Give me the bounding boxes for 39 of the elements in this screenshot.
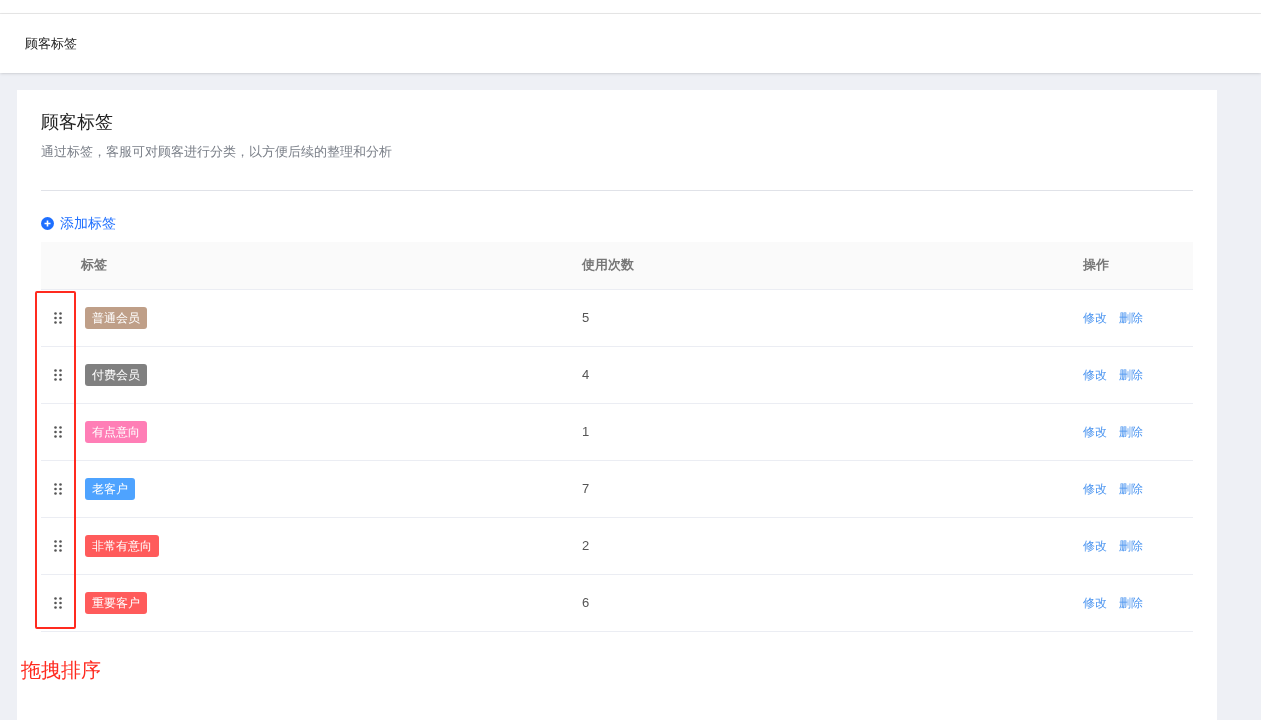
edit-link[interactable]: 修改 bbox=[1083, 308, 1107, 327]
usage-count: 7 bbox=[582, 480, 590, 496]
drag-handle-icon[interactable] bbox=[54, 311, 62, 324]
edit-link[interactable]: 修改 bbox=[1083, 422, 1107, 441]
drag-handle-icon[interactable] bbox=[54, 482, 62, 495]
delete-link[interactable]: 删除 bbox=[1119, 536, 1143, 555]
delete-link[interactable]: 删除 bbox=[1119, 422, 1143, 441]
edit-link[interactable]: 修改 bbox=[1083, 536, 1107, 555]
tag-label: 老客户 bbox=[85, 477, 135, 500]
delete-link[interactable]: 删除 bbox=[1119, 479, 1143, 498]
edit-link[interactable]: 修改 bbox=[1083, 593, 1107, 612]
drag-handle-icon[interactable] bbox=[54, 539, 62, 552]
delete-link[interactable]: 删除 bbox=[1119, 593, 1143, 612]
edit-link[interactable]: 修改 bbox=[1083, 365, 1107, 384]
drag-handle-icon[interactable] bbox=[54, 596, 62, 609]
usage-count: 1 bbox=[582, 423, 590, 439]
tag-label: 付费会员 bbox=[85, 363, 147, 386]
drag-handle-icon[interactable] bbox=[54, 368, 62, 381]
tag-label: 重要客户 bbox=[85, 591, 147, 614]
usage-count: 6 bbox=[582, 594, 590, 610]
tag-label: 普通会员 bbox=[85, 306, 147, 329]
delete-link[interactable]: 删除 bbox=[1119, 365, 1143, 384]
page-title: 顾客标签 bbox=[25, 34, 77, 53]
card-description: 通过标签，客服可对顾客进行分类，以方便后续的整理和分析 bbox=[41, 143, 393, 161]
edit-link[interactable]: 修改 bbox=[1083, 479, 1107, 498]
column-header: 标签 bbox=[81, 257, 107, 273]
tag-label: 有点意向 bbox=[85, 420, 147, 443]
column-header: 操作 bbox=[1083, 257, 1109, 273]
annotation-text: 拖拽排序 bbox=[21, 658, 101, 683]
add-tag-link[interactable]: 添加标签 bbox=[41, 212, 116, 234]
tag-label: 非常有意向 bbox=[85, 534, 159, 557]
usage-count: 2 bbox=[582, 537, 590, 553]
plus-circle-icon bbox=[41, 216, 54, 230]
drag-handle-icon[interactable] bbox=[54, 425, 62, 438]
usage-count: 4 bbox=[582, 366, 590, 382]
column-header: 使用次数 bbox=[582, 257, 634, 273]
delete-link[interactable]: 删除 bbox=[1119, 308, 1143, 327]
usage-count: 5 bbox=[582, 309, 590, 325]
card-title: 顾客标签 bbox=[41, 111, 114, 134]
